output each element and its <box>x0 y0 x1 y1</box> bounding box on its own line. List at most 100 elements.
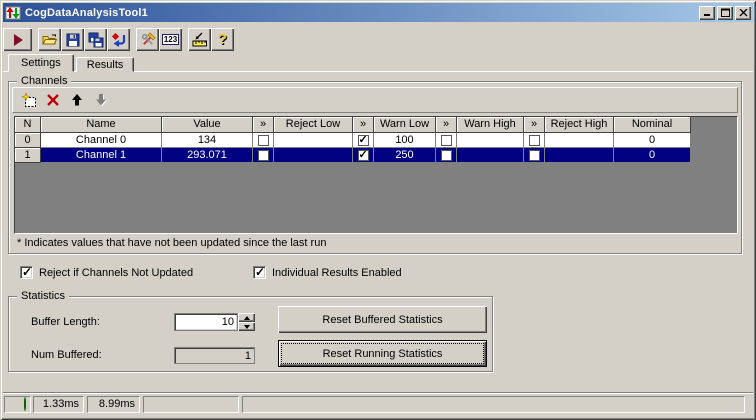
col-header-warn-low-enable: » <box>353 117 374 133</box>
row-header[interactable]: 1 <box>15 148 41 163</box>
cell-warn-high[interactable] <box>457 133 524 148</box>
individual-results-label: Individual Results Enabled <box>272 267 402 279</box>
title-bar[interactable]: CogDataAnalysisTool1 <box>3 3 753 22</box>
move-down-button[interactable] <box>90 90 112 111</box>
channels-group: Channels N Name Value » Reject Low » War… <box>8 75 742 254</box>
delete-channel-icon <box>47 94 59 106</box>
revert-button[interactable] <box>107 28 130 51</box>
cell-nominal[interactable]: 0 <box>614 133 691 148</box>
reject-if-not-updated-label: Reject if Channels Not Updated <box>39 267 194 279</box>
individual-results-checkbox[interactable] <box>253 265 266 279</box>
buffer-length-spinner <box>238 313 255 331</box>
cell-warn-high-enable[interactable] <box>436 148 457 163</box>
spin-down-button[interactable] <box>238 322 255 331</box>
cell-value[interactable]: 293.071 <box>162 148 253 163</box>
numeric-display-icon: 123 <box>161 34 180 45</box>
cell-reject-high[interactable] <box>545 133 614 148</box>
cell-reject-low-enable[interactable] <box>253 133 274 148</box>
help-button[interactable]: ? <box>211 28 234 51</box>
cell-warn-low-enable[interactable] <box>353 148 374 163</box>
reject-if-not-updated-checkbox[interactable] <box>20 265 33 279</box>
warn-low-checkbox[interactable] <box>357 149 369 162</box>
spin-up-button[interactable] <box>238 313 255 322</box>
tab-strip: Settings Results <box>8 54 135 72</box>
numeric-display-button[interactable]: 123 <box>159 28 182 51</box>
reject-high-checkbox[interactable] <box>528 149 540 161</box>
num-buffered-field <box>174 347 255 364</box>
cell-warn-high-enable[interactable] <box>436 133 457 148</box>
buffer-length-input[interactable] <box>174 313 238 331</box>
table-row[interactable]: 1 Channel 1 293.071 250 0 <box>15 148 737 163</box>
status-timing-1: 1.33ms <box>33 396 84 413</box>
col-header-value: Value <box>162 117 253 133</box>
col-header-reject-high-enable: » <box>524 117 545 133</box>
new-channel-icon <box>21 92 36 107</box>
reset-running-statistics-button[interactable]: Reset Running Statistics <box>278 340 487 367</box>
cell-warn-high[interactable] <box>457 148 524 163</box>
num-buffered-label: Num Buffered: <box>31 349 102 361</box>
cell-name[interactable]: Channel 0 <box>41 133 162 148</box>
ruler-icon <box>192 32 207 46</box>
reject-high-checkbox[interactable] <box>528 134 540 146</box>
tools-icon <box>141 32 155 45</box>
app-window: CogDataAnalysisTool1 123 ? Settings Resu… <box>0 0 756 420</box>
status-timing-2: 8.99ms <box>87 396 140 413</box>
window-title: CogDataAnalysisTool1 <box>25 6 148 19</box>
warn-high-checkbox[interactable] <box>440 134 452 146</box>
channels-table: N Name Value » Reject Low » Warn Low » W… <box>14 116 738 234</box>
save-button[interactable] <box>61 28 84 51</box>
cell-warn-low-enable[interactable] <box>353 133 374 148</box>
col-header-reject-high: Reject High <box>545 117 614 133</box>
col-header-name: Name <box>41 117 162 133</box>
save-all-icon <box>88 32 103 47</box>
not-updated-note: * Indicates values that have not been up… <box>17 237 327 249</box>
cell-warn-low[interactable]: 100 <box>374 133 436 148</box>
cell-value[interactable]: 134 <box>162 133 253 148</box>
move-up-button[interactable] <box>66 90 88 111</box>
cell-reject-low[interactable] <box>274 133 353 148</box>
status-bar-divider <box>3 392 753 394</box>
minimize-button[interactable] <box>699 5 715 20</box>
open-button[interactable] <box>38 28 61 51</box>
tab-results[interactable]: Results <box>75 57 135 72</box>
minimize-icon <box>703 14 710 16</box>
col-header-warn-high-enable: » <box>436 117 457 133</box>
row-header[interactable]: 0 <box>15 133 41 148</box>
status-bar: 1.33ms 8.99ms <box>3 392 753 417</box>
save-icon <box>66 33 79 46</box>
status-indicator-panel <box>4 396 31 413</box>
spin-up-icon <box>243 315 250 320</box>
revert-icon <box>111 32 125 47</box>
maximize-button[interactable] <box>717 5 733 20</box>
cell-reject-high-enable[interactable] <box>524 133 545 148</box>
col-header-warn-low: Warn Low <box>374 117 436 133</box>
reject-low-checkbox[interactable] <box>257 134 269 146</box>
tab-settings[interactable]: Settings <box>8 54 74 72</box>
move-up-icon <box>72 94 82 106</box>
run-button[interactable] <box>3 28 32 51</box>
table-header-row: N Name Value » Reject Low » Warn Low » W… <box>15 117 737 133</box>
ruler-button[interactable] <box>188 28 211 51</box>
col-header-reject-low-enable: » <box>253 117 274 133</box>
reject-low-checkbox[interactable] <box>257 149 269 161</box>
warn-low-checkbox[interactable] <box>357 134 369 147</box>
cell-reject-high-enable[interactable] <box>524 148 545 163</box>
new-channel-button[interactable] <box>18 90 40 111</box>
col-header-n: N <box>15 117 41 133</box>
cell-warn-low[interactable]: 250 <box>374 148 436 163</box>
cell-reject-high[interactable] <box>545 148 614 163</box>
delete-channel-button[interactable] <box>42 90 64 111</box>
save-all-button[interactable] <box>84 28 107 51</box>
cell-reject-low[interactable] <box>274 148 353 163</box>
app-icon[interactable] <box>5 5 21 21</box>
warn-high-checkbox[interactable] <box>440 149 452 161</box>
cell-nominal[interactable]: 0 <box>614 148 691 163</box>
table-row[interactable]: 0 Channel 0 134 100 0 <box>15 133 737 148</box>
tools-button[interactable] <box>136 28 159 51</box>
channels-toolbar <box>12 87 738 113</box>
cell-reject-low-enable[interactable] <box>253 148 274 163</box>
close-button[interactable] <box>735 5 751 20</box>
main-toolbar: 123 ? <box>3 26 753 52</box>
reset-buffered-statistics-button[interactable]: Reset Buffered Statistics <box>278 306 487 333</box>
cell-name[interactable]: Channel 1 <box>41 148 162 163</box>
